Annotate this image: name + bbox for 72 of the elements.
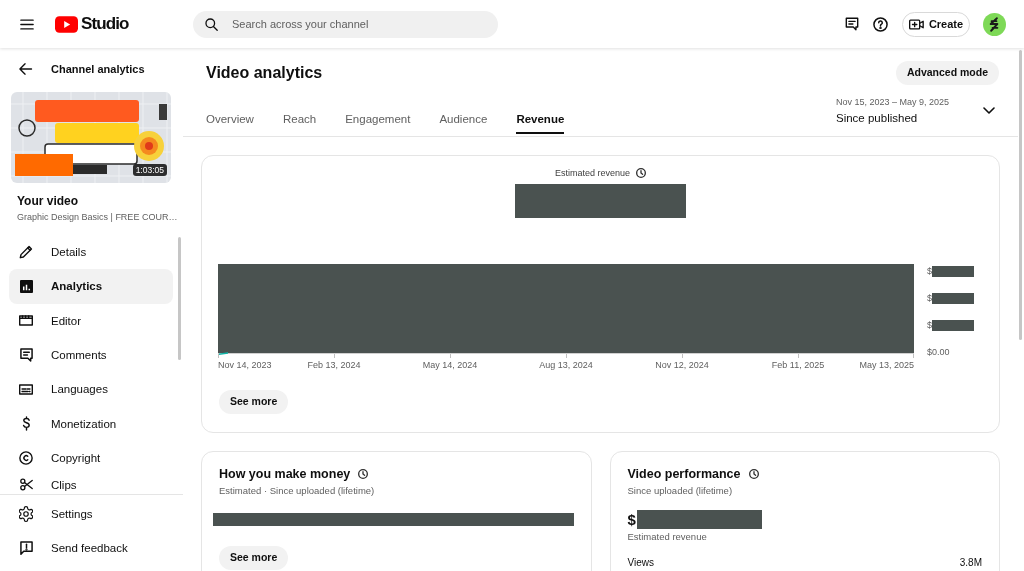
chevron-down-icon[interactable] <box>983 107 995 114</box>
dollar-icon <box>21 416 31 432</box>
nav-item[interactable]: Clips <box>9 475 173 494</box>
avatar-icon[interactable] <box>983 12 1006 36</box>
advanced-mode-button[interactable]: Advanced mode <box>895 61 999 85</box>
nav-item[interactable]: Settings <box>9 497 173 531</box>
clock-icon[interactable] <box>358 469 369 479</box>
clock-icon[interactable] <box>748 469 759 479</box>
card-title: How you make money <box>219 466 351 482</box>
tab[interactable]: Audience <box>439 112 488 134</box>
tab[interactable]: Reach <box>282 112 317 134</box>
duration-badge: 1:03:05 <box>132 164 167 176</box>
axis-label: May 14, 2024 <box>422 360 478 371</box>
scrollbar-thumb[interactable] <box>1019 50 1022 340</box>
date-range-label: Since published <box>836 110 919 126</box>
card-subtitle: Estimated · Since uploaded (lifetime) <box>219 485 376 497</box>
menu-icon[interactable] <box>20 18 34 30</box>
comment-icon <box>19 348 33 363</box>
nav-item[interactable]: Languages <box>9 372 173 407</box>
card-title: Video performance <box>627 466 741 482</box>
date-range-text: Nov 15, 2023 – May 9, 2025 <box>836 95 950 108</box>
nav-item[interactable]: Analytics <box>9 269 173 304</box>
axis-label: $ <box>927 265 932 277</box>
subtitles-icon <box>19 383 33 395</box>
settings-icon <box>19 506 33 522</box>
search-icon[interactable] <box>205 17 218 31</box>
see-more-button[interactable]: See more <box>219 390 289 414</box>
film-icon <box>19 315 33 327</box>
currency-symbol: $ <box>627 510 636 529</box>
nav-item[interactable]: Comments <box>9 337 173 373</box>
video-plus-icon <box>908 18 924 30</box>
section-title: Channel analytics <box>51 61 145 77</box>
scissors-icon <box>19 478 33 492</box>
nav-item[interactable]: Copyright <box>9 440 173 476</box>
card-subtitle: Since uploaded (lifetime) <box>627 485 734 497</box>
nav-item[interactable]: Monetization <box>9 406 173 441</box>
nav-item[interactable]: Editor <box>9 303 173 338</box>
tab[interactable]: Revenue <box>516 112 565 134</box>
axis-label: May 13, 2025 <box>859 360 914 371</box>
nav-item[interactable]: Details <box>9 235 173 270</box>
axis-label: Aug 13, 2024 <box>539 360 593 371</box>
metric-label: Views <box>627 557 654 569</box>
nav-item[interactable]: Send feedback <box>9 531 173 565</box>
see-more-button[interactable]: See more <box>219 546 289 570</box>
page-title: Video analytics <box>206 63 323 83</box>
axis-label: $ <box>927 320 932 332</box>
metric-label: Estimated revenue <box>554 167 630 179</box>
copyright-icon <box>19 450 33 465</box>
clock-icon[interactable] <box>636 168 646 178</box>
bar-chart-icon <box>19 279 33 293</box>
axis-label: Feb 13, 2024 <box>307 360 361 371</box>
feedback-icon <box>19 541 33 555</box>
chart-line <box>219 352 228 355</box>
axis-label: $ <box>927 292 932 304</box>
axis-label: Nov 14, 2023 <box>218 360 272 371</box>
axis-label: $0.00 <box>927 347 950 359</box>
back-icon[interactable] <box>18 63 33 75</box>
tab[interactable]: Overview <box>206 112 254 134</box>
video-title: Graphic Design Basics | FREE COUR… <box>17 211 179 224</box>
feedback-icon[interactable] <box>845 17 859 31</box>
video-heading: Your video <box>17 193 80 210</box>
play-logo-icon[interactable] <box>55 15 78 33</box>
help-icon[interactable] <box>873 16 888 32</box>
tab[interactable]: Engagement <box>345 112 411 134</box>
axis-label: Feb 11, 2025 <box>771 360 825 371</box>
app-name: Studio <box>81 14 129 34</box>
metric-label: Estimated revenue <box>627 531 708 543</box>
pencil-icon <box>19 245 33 260</box>
search-field[interactable]: Search across your channel <box>193 10 498 38</box>
axis-label: Nov 12, 2024 <box>655 360 709 371</box>
scrollbar-thumb[interactable] <box>178 237 181 360</box>
metric-value: 3.8M <box>959 557 982 569</box>
